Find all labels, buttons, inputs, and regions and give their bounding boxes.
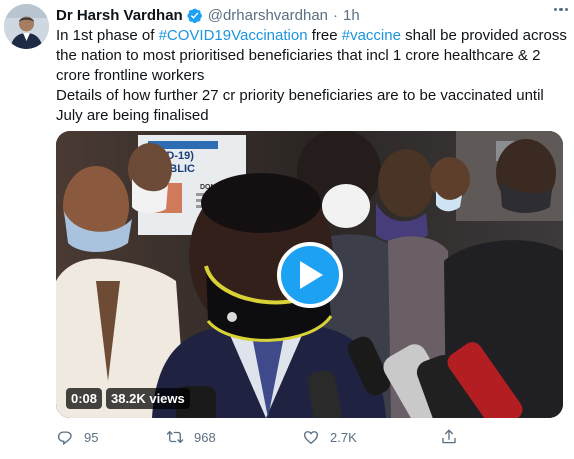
tweet-actions: 95 968 2.7K [56, 426, 506, 448]
share-icon [442, 429, 456, 444]
video-duration: 0:08 [66, 388, 103, 409]
hashtag-link[interactable]: #COVID19Vaccination [159, 27, 308, 44]
like-count: 2.7K [330, 429, 357, 445]
tweet-timestamp[interactable]: 1h [343, 7, 360, 24]
tweet-paragraph-2: Details of how further 27 cr priority be… [56, 87, 544, 124]
author-handle[interactable]: @drharshvardhan [208, 7, 328, 24]
author-name[interactable]: Dr Harsh Vardhan [56, 7, 183, 24]
retweet-count: 968 [194, 429, 216, 445]
hashtag-link[interactable]: #vaccine [342, 27, 401, 44]
verified-badge-icon [186, 7, 203, 24]
video-meta: 0:08 38.2K views [66, 388, 190, 409]
avatar-image [4, 4, 49, 49]
heart-icon [303, 431, 319, 445]
separator: · [333, 6, 339, 24]
reply-action[interactable]: 95 [56, 428, 166, 446]
like-action[interactable]: 2.7K [302, 428, 440, 446]
share-action[interactable] [440, 428, 458, 446]
tweet-paragraph-1: In 1st phase of #COVID19Vaccination free… [56, 26, 568, 86]
reply-count: 95 [84, 429, 99, 445]
text-segment: free [307, 27, 342, 44]
play-icon [300, 261, 323, 289]
tweet-header: Dr Harsh Vardhan @drharshvardhan · 1h [56, 4, 568, 26]
text-segment: In 1st phase of [56, 27, 159, 44]
tweet-text: In 1st phase of #COVID19Vaccination free… [56, 26, 568, 126]
play-button[interactable] [277, 242, 343, 308]
avatar[interactable] [4, 4, 49, 49]
retweet-action[interactable]: 968 [166, 428, 302, 446]
retweet-icon [166, 431, 184, 443]
more-options-icon[interactable] [553, 8, 568, 12]
reply-icon [57, 431, 72, 446]
video-views: 38.2K views [106, 388, 190, 409]
